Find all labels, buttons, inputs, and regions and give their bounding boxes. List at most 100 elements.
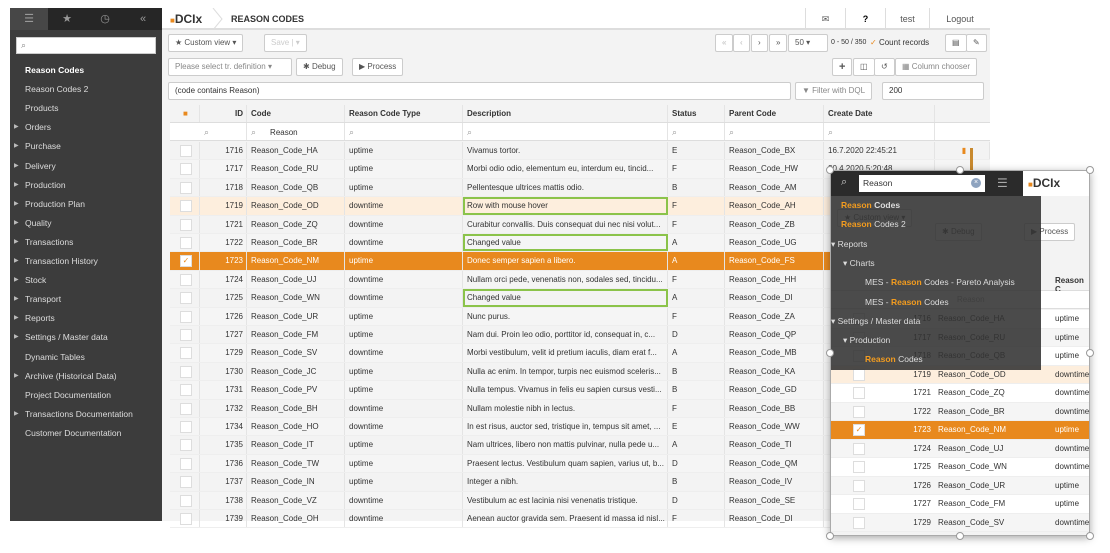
collapse-icon[interactable]: « <box>124 8 162 30</box>
mobile-search-input[interactable]: Reason <box>859 175 985 192</box>
search-result-item[interactable]: ▾ Charts <box>843 258 875 269</box>
mobile-table-row[interactable]: 1729 Reason_Code_SV downtime <box>831 513 1089 532</box>
count-records-checkbox[interactable]: ✓ Count records <box>870 38 929 47</box>
next-page-button[interactable]: › <box>751 34 768 52</box>
search-result-item[interactable]: MES - Reason Codes - Pareto Analysis <box>865 277 1015 287</box>
row-checkbox[interactable] <box>180 421 192 433</box>
mobile-table-row[interactable]: 1726 Reason_Code_UR uptime <box>831 476 1089 495</box>
row-checkbox[interactable] <box>180 292 192 305</box>
row-checkbox[interactable]: ✓ <box>853 424 865 436</box>
resize-handle[interactable] <box>1086 349 1094 357</box>
sidebar-item[interactable]: Dynamic Tables <box>10 348 162 367</box>
row-checkbox[interactable] <box>853 442 865 455</box>
row-checkbox[interactable] <box>180 384 192 397</box>
row-action-icon[interactable]: ▮ <box>935 142 990 160</box>
column-filter-input[interactable]: ⌕ <box>668 123 725 140</box>
mobile-table-row[interactable]: 1721 Reason_Code_ZQ downtime <box>831 384 1089 403</box>
filter-input[interactable]: (code contains Reason) <box>168 82 791 100</box>
row-checkbox[interactable] <box>180 310 192 323</box>
search-result-item[interactable]: Reason Codes 2 <box>841 219 906 229</box>
select-all-checkbox[interactable]: ■ <box>170 105 200 122</box>
sidebar-item[interactable]: ▶ Archive (Historical Data) <box>10 367 162 386</box>
sidebar-item[interactable]: ▶ Delivery <box>10 157 162 176</box>
row-checkbox[interactable] <box>180 200 192 213</box>
logout-button[interactable]: Logout <box>929 8 990 30</box>
sidebar-item[interactable]: ▶ Stock <box>10 271 162 290</box>
column-filter-input[interactable]: ⌕ <box>824 123 935 140</box>
user-name[interactable]: test <box>885 8 929 30</box>
row-checkbox[interactable] <box>180 163 192 176</box>
sidebar-item[interactable]: ▶ Orders <box>10 118 162 137</box>
sidebar-item[interactable]: Customer Documentation <box>10 424 162 443</box>
save-view-button[interactable]: Save | ▾ <box>264 34 307 52</box>
row-checkbox[interactable] <box>853 516 865 529</box>
search-result-item[interactable]: Reason Codes <box>865 354 923 364</box>
row-checkbox[interactable] <box>180 513 192 525</box>
column-filter-input[interactable]: ⌕ Reason <box>247 123 345 140</box>
row-checkbox[interactable] <box>180 439 192 452</box>
resize-handle[interactable] <box>826 166 834 174</box>
search-result-item[interactable]: MES - Reason Codes <box>865 297 949 307</box>
page-size-select[interactable]: 50 ▾ <box>788 34 828 52</box>
row-checkbox[interactable] <box>853 405 865 418</box>
search-result-item[interactable]: ▾ Production <box>843 335 890 346</box>
row-checkbox[interactable] <box>853 479 865 492</box>
sidebar-search-input[interactable]: ⌕ <box>16 37 156 54</box>
menu-icon[interactable]: ☰ <box>997 176 1008 190</box>
resize-handle[interactable] <box>826 532 834 540</box>
column-chooser-button[interactable]: ▦ Column chooser <box>895 58 978 76</box>
resize-handle[interactable] <box>826 349 834 357</box>
row-checkbox[interactable] <box>853 368 865 381</box>
resize-handle[interactable] <box>1086 166 1094 174</box>
sidebar-item[interactable]: Products <box>10 99 162 118</box>
sidebar-item[interactable]: Project Documentation <box>10 386 162 405</box>
row-checkbox[interactable] <box>180 365 192 378</box>
row-checkbox[interactable] <box>180 218 192 231</box>
first-page-button[interactable]: « <box>715 34 734 52</box>
column-header[interactable]: Reason Code Type <box>345 105 463 122</box>
column-header[interactable]: Parent Code <box>725 105 824 122</box>
row-checkbox[interactable] <box>180 145 192 157</box>
sidebar-item[interactable]: ▶ Transactions Documentation <box>10 405 162 424</box>
resize-handle[interactable] <box>956 166 964 174</box>
column-filter-input[interactable]: ⌕ <box>345 123 463 140</box>
column-filter-input[interactable]: ⌕ <box>463 123 668 140</box>
sidebar-item[interactable]: Reason Codes 2 <box>10 80 162 99</box>
row-checkbox[interactable] <box>180 402 192 415</box>
mobile-table-row[interactable]: 1722 Reason_Code_BR downtime <box>831 402 1089 421</box>
sidebar-item[interactable]: ▶ Transactions <box>10 233 162 252</box>
row-checkbox[interactable] <box>180 329 192 341</box>
mobile-table-row[interactable]: 1724 Reason_Code_UJ downtime <box>831 439 1089 458</box>
tr-definition-select[interactable]: Please select tr. definition ▾ <box>168 58 292 76</box>
save-icon[interactable]: ◫ <box>853 58 875 76</box>
sidebar-item[interactable]: ▶ Purchase <box>10 137 162 156</box>
row-checkbox[interactable] <box>180 457 192 470</box>
row-checkbox[interactable] <box>180 273 192 286</box>
sidebar-item[interactable]: ▶ Production <box>10 176 162 195</box>
clock-icon[interactable]: ◷ <box>86 8 124 30</box>
logo[interactable]: ■DCIx <box>170 12 202 26</box>
column-header[interactable]: ID <box>200 105 247 122</box>
column-filter-input[interactable]: ⌕ <box>200 123 247 140</box>
mobile-logo[interactable]: ■DCIx <box>1023 171 1089 196</box>
sidebar-item[interactable]: ▶ Production Plan <box>10 195 162 214</box>
sidebar-item[interactable]: ▶ Settings / Master data <box>10 328 162 347</box>
row-checkbox[interactable] <box>180 181 192 194</box>
custom-view-dropdown[interactable]: ★ Custom view ▾ <box>168 34 244 52</box>
row-checkbox[interactable] <box>180 237 192 249</box>
row-checkbox[interactable] <box>180 476 192 489</box>
row-checkbox[interactable] <box>853 498 865 510</box>
row-checkbox[interactable]: ✓ <box>180 255 192 268</box>
resize-handle[interactable] <box>1086 532 1094 540</box>
row-checkbox[interactable] <box>853 387 865 399</box>
column-header[interactable]: Description <box>463 105 668 122</box>
edit-icon[interactable]: ✎ <box>966 34 987 52</box>
mobile-table-row[interactable]: 1725 Reason_Code_WN downtime <box>831 458 1089 477</box>
resize-handle[interactable] <box>956 532 964 540</box>
column-header[interactable]: Code <box>247 105 345 122</box>
row-checkbox[interactable] <box>180 347 192 360</box>
last-page-button[interactable]: » <box>769 34 788 52</box>
export-excel-icon[interactable]: ▤ <box>945 34 967 52</box>
mobile-table-row[interactable]: 1727 Reason_Code_FM uptime <box>831 495 1089 514</box>
prev-page-button[interactable]: ‹ <box>733 34 750 52</box>
